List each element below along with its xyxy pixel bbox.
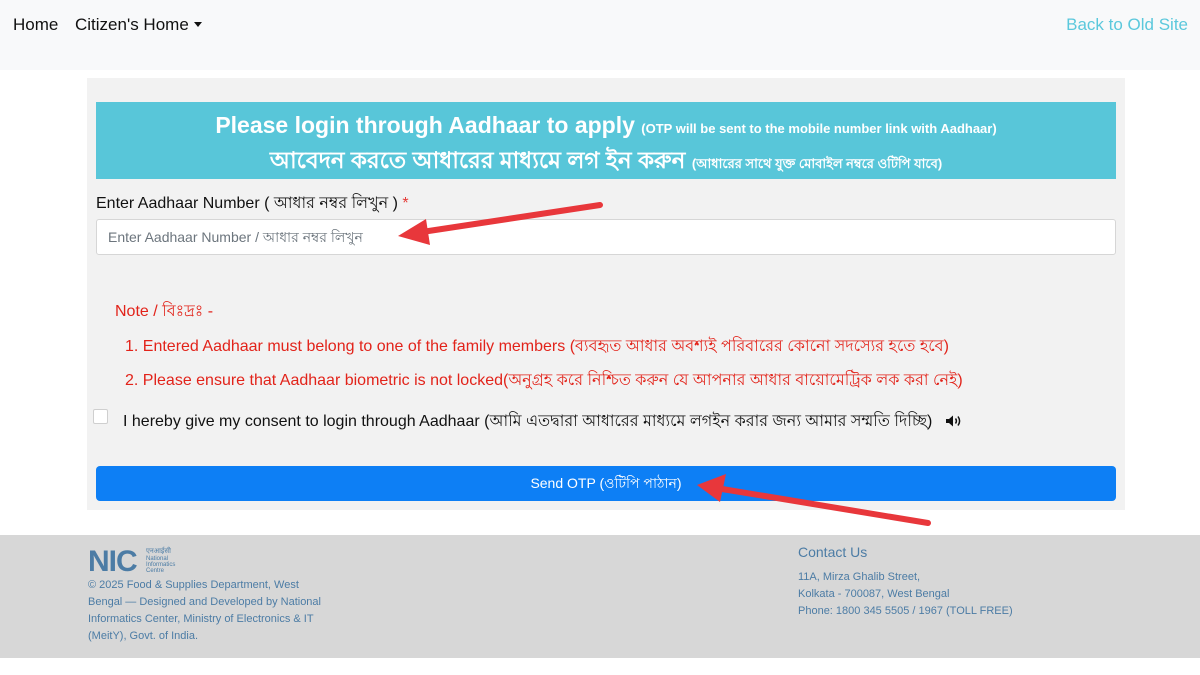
note-block: Note / বিঃদ্রঃ - 1. Entered Aadhaar must… [115, 298, 963, 401]
contact-address: 11A, Mirza Ghalib Street, Kolkata - 7000… [798, 569, 1013, 620]
note-item: 2. Please ensure that Aadhaar biometric … [125, 372, 963, 389]
consent-checkbox[interactable] [93, 409, 108, 424]
address-line-2: Kolkata - 700087, West Bengal [798, 588, 950, 600]
address-line-1: 11A, Mirza Ghalib Street, [798, 571, 921, 583]
nav-citizens-home-label: Citizen's Home [75, 15, 189, 34]
nic-logo: NIC एनआईसी National Informatics Centre [88, 545, 175, 575]
consent-row: I hereby give my consent to login throug… [93, 407, 1113, 430]
contact-phone: Phone: 1800 345 5505 / 1967 (TOLL FREE) [798, 605, 1013, 617]
banner-note-bengali: (আধারের সাথে যুক্ত মোবাইল নম্বরে ওটিপি য… [691, 156, 943, 171]
required-mark: * [402, 195, 409, 212]
nav-home-link[interactable]: Home [13, 15, 58, 35]
back-to-old-site-link[interactable]: Back to Old Site [1066, 15, 1188, 35]
footer: NIC एनआईसी National Informatics Centre ©… [0, 535, 1200, 658]
login-card: Please login through Aadhaar to apply (O… [87, 78, 1125, 510]
consent-label: I hereby give my consent to login throug… [123, 408, 963, 435]
contact-title: Contact Us [798, 544, 868, 560]
speaker-icon[interactable] [945, 414, 963, 433]
banner-title-english: Please login through Aadhaar to apply [215, 112, 635, 138]
banner-title-bengali: আবেদন করতে আধারের মাধ্যমে লগ ইন করুন [269, 147, 686, 173]
svg-text:एनआईसी: एनआईसी [146, 546, 171, 555]
consent-text: I hereby give my consent to login throug… [123, 413, 933, 430]
footer-copyright: © 2025 Food & Supplies Department, West … [88, 579, 321, 642]
caret-down-icon [193, 22, 202, 27]
aadhaar-label-text: Enter Aadhaar Number ( আধার নম্বর লিখুন … [96, 195, 398, 212]
note-title: Note / বিঃদ্রঃ - [115, 303, 214, 320]
login-banner: Please login through Aadhaar to apply (O… [96, 102, 1116, 179]
note-list: 1. Entered Aadhaar must belong to one of… [115, 333, 963, 394]
aadhaar-field-label: Enter Aadhaar Number ( আধার নম্বর লিখুন … [96, 190, 409, 217]
svg-text:Centre: Centre [146, 568, 165, 574]
banner-line-bengali: আবেদন করতে আধারের মাধ্যমে লগ ইন করুন (আধ… [96, 142, 1116, 181]
aadhaar-number-input[interactable] [96, 219, 1116, 255]
note-item: 1. Entered Aadhaar must belong to one of… [125, 338, 949, 355]
nav-citizens-home-dropdown[interactable]: Citizen's Home [75, 15, 202, 35]
send-otp-button[interactable]: Send OTP (ওটিপি পাঠান) [96, 466, 1116, 501]
banner-line-english: Please login through Aadhaar to apply (O… [96, 112, 1116, 139]
top-navbar: Home Citizen's Home Back to Old Site [0, 0, 1200, 70]
nic-logo-text: NIC [88, 545, 137, 575]
banner-note-english: (OTP will be sent to the mobile number l… [641, 121, 997, 136]
